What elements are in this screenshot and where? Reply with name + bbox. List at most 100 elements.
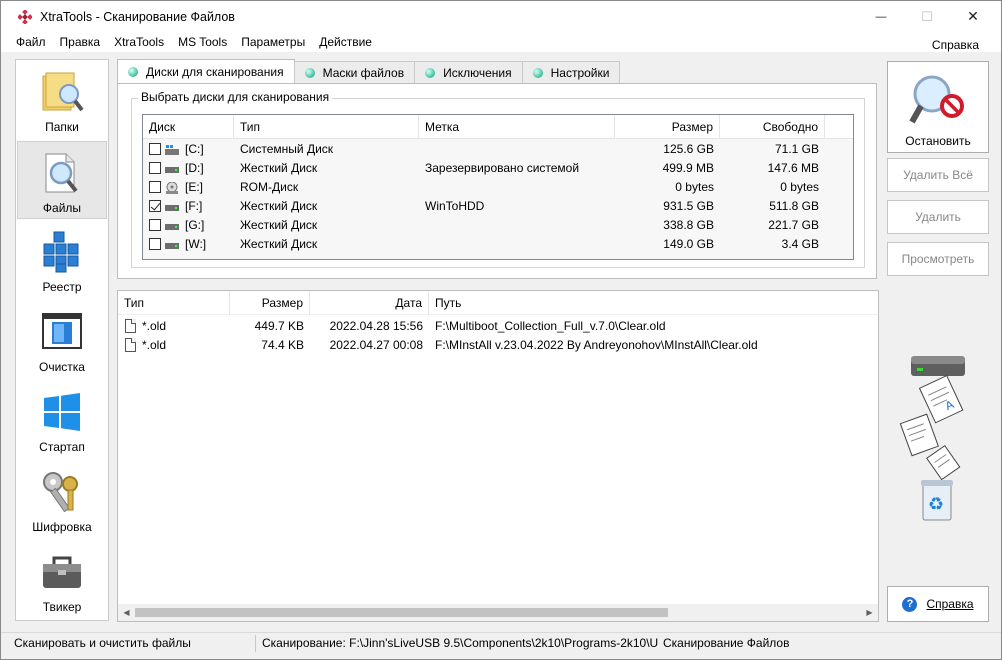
- delete-button[interactable]: Удалить: [887, 200, 989, 234]
- tab-scan-drives[interactable]: Диски для сканирования: [117, 59, 295, 83]
- tab-label: Настройки: [550, 65, 610, 80]
- system-drive-icon: [165, 144, 179, 155]
- stop-button[interactable]: Остановить: [887, 61, 989, 153]
- disk-letter: [G:]: [185, 218, 205, 232]
- sidebar-item-folders[interactable]: Папки: [17, 61, 107, 139]
- menu-file[interactable]: Файл: [1, 32, 53, 52]
- disk-free: 511.8 GB: [769, 199, 819, 213]
- file-icon: [125, 319, 136, 333]
- close-icon: ✕: [967, 8, 979, 24]
- delete-label: Удалить: [915, 210, 961, 224]
- tab-exclusions[interactable]: Исключения: [414, 61, 523, 83]
- column-file-path[interactable]: Путь: [429, 291, 878, 315]
- file-icon: [125, 338, 136, 352]
- registry-cubes-icon: [40, 230, 84, 274]
- sidebar: Папки Файлы Реестр Очистка Стартап Шифро…: [15, 59, 109, 621]
- horizontal-scrollbar[interactable]: ◀ ▶: [118, 604, 878, 621]
- status-scan-path: Сканирование: F:\Jinn'sLiveUSB 9.5\Compo…: [262, 636, 658, 650]
- title-bar[interactable]: XtraTools - Сканирование Файлов — ☐ ✕: [1, 1, 1001, 32]
- sidebar-item-label: Твикер: [42, 600, 82, 614]
- disk-row-d[interactable]: [D:] Жесткий Диск Зарезервировано систем…: [143, 159, 853, 178]
- column-disk[interactable]: Диск: [143, 115, 234, 139]
- disk-size: 125.6 GB: [663, 142, 714, 156]
- keys-icon: [40, 470, 84, 514]
- tab-bullet-icon: [128, 66, 138, 77]
- delete-all-button[interactable]: Удалить Всё: [887, 158, 989, 192]
- view-label: Просмотреть: [901, 252, 975, 266]
- tab-file-masks[interactable]: Маски файлов: [293, 61, 416, 83]
- tab-settings[interactable]: Настройки: [521, 61, 621, 83]
- disk-free: 3.4 GB: [781, 237, 819, 251]
- disk-checkbox-checked[interactable]: [149, 200, 161, 212]
- tab-bullet-icon: [425, 67, 436, 78]
- disk-free: 147.6 MB: [767, 161, 819, 175]
- maximize-button[interactable]: ☐: [904, 1, 950, 32]
- disk-letter: [E:]: [185, 180, 204, 194]
- svg-text:♻: ♻: [928, 494, 944, 515]
- menu-parameters[interactable]: Параметры: [234, 32, 312, 52]
- help-button[interactable]: ? Справка: [887, 586, 989, 622]
- menu-ms-tools[interactable]: MS Tools: [171, 32, 234, 52]
- disk-letter: [C:]: [185, 142, 204, 156]
- menu-bar: Файл Правка XtraTools MS Tools Параметры…: [1, 32, 1001, 52]
- file-row[interactable]: *.old 74.4 KB 2022.04.27 00:08 F:\MInstA…: [118, 336, 878, 355]
- sidebar-item-cleanup[interactable]: Очистка: [17, 301, 107, 379]
- disk-row-w[interactable]: [W:] Жесткий Диск 149.0 GB 3.4 GB: [143, 235, 853, 254]
- column-type[interactable]: Тип: [234, 115, 419, 139]
- disk-checkbox[interactable]: [149, 219, 161, 231]
- close-button[interactable]: ✕: [950, 1, 996, 32]
- window-title: XtraTools - Сканирование Файлов: [40, 9, 235, 24]
- column-file-type[interactable]: Тип: [118, 291, 230, 315]
- file-date: 2022.04.27 00:08: [329, 338, 423, 352]
- delete-all-label: Удалить Всё: [903, 168, 973, 182]
- column-file-size[interactable]: Размер: [230, 291, 310, 315]
- scrollbar-thumb[interactable]: [135, 608, 668, 617]
- column-size[interactable]: Размер: [615, 115, 720, 139]
- disk-row-c[interactable]: [C:] Системный Диск 125.6 GB 71.1 GB: [143, 140, 853, 159]
- disk-size: 149.0 GB: [663, 237, 714, 251]
- found-files-list: Тип Размер Дата Путь *.old 449.7 KB 2022…: [117, 290, 879, 622]
- hard-drive-icon: [165, 201, 179, 211]
- view-button[interactable]: Просмотреть: [887, 242, 989, 276]
- disk-row-e[interactable]: [E:] ROM-Диск 0 bytes 0 bytes: [143, 178, 853, 197]
- sidebar-item-label: Стартап: [39, 440, 85, 454]
- sidebar-item-label: Очистка: [39, 360, 85, 374]
- disk-letter: [F:]: [185, 199, 203, 213]
- disk-row-g[interactable]: [G:] Жесткий Диск 338.8 GB 221.7 GB: [143, 216, 853, 235]
- sidebar-item-tweaker[interactable]: Твикер: [17, 541, 107, 619]
- menu-help[interactable]: Справка: [925, 35, 986, 52]
- minimize-button[interactable]: —: [858, 1, 904, 32]
- column-label[interactable]: Метка: [419, 115, 615, 139]
- file-row[interactable]: *.old 449.7 KB 2022.04.28 15:56 F:\Multi…: [118, 317, 878, 336]
- scan-drives-panel: Выбрать диски для сканирования Диск Тип …: [117, 83, 877, 279]
- scroll-left-icon[interactable]: ◀: [118, 604, 135, 621]
- hard-drive-icon: [165, 163, 179, 173]
- disk-checkbox[interactable]: [149, 238, 161, 250]
- sidebar-item-encryption[interactable]: Шифровка: [17, 461, 107, 539]
- stop-label: Остановить: [905, 134, 971, 148]
- sidebar-item-registry[interactable]: Реестр: [17, 221, 107, 299]
- file-size: 449.7 KB: [254, 319, 304, 333]
- scroll-right-icon[interactable]: ▶: [861, 604, 878, 621]
- column-free[interactable]: Свободно: [720, 115, 825, 139]
- sidebar-item-label: Шифровка: [32, 520, 92, 534]
- menu-edit[interactable]: Правка: [53, 32, 108, 52]
- sidebar-item-label: Папки: [45, 120, 79, 134]
- menu-action[interactable]: Действие: [312, 32, 379, 52]
- drive-select-group: Выбрать диски для сканирования Диск Тип …: [131, 90, 865, 268]
- maximize-icon: ☐: [921, 8, 933, 24]
- column-file-date[interactable]: Дата: [310, 291, 429, 315]
- disk-checkbox[interactable]: [149, 143, 161, 155]
- sidebar-item-startup[interactable]: Стартап: [17, 381, 107, 459]
- tab-strip: Диски для сканирования Маски файлов Искл…: [117, 59, 621, 83]
- disk-type: Системный Диск: [240, 142, 334, 156]
- menu-xtratools[interactable]: XtraTools: [107, 32, 171, 52]
- tab-bullet-icon: [304, 67, 315, 78]
- disk-checkbox[interactable]: [149, 181, 161, 193]
- disk-row-f[interactable]: [F:] Жесткий Диск WinToHDD 931.5 GB 511.…: [143, 197, 853, 216]
- disk-type: Жесткий Диск: [240, 237, 318, 251]
- disk-type: ROM-Диск: [240, 180, 299, 194]
- sidebar-item-files[interactable]: Файлы: [17, 141, 107, 219]
- disk-checkbox[interactable]: [149, 162, 161, 174]
- file-path: F:\MInstAll v.23.04.2022 By Andreyonohov…: [435, 338, 758, 352]
